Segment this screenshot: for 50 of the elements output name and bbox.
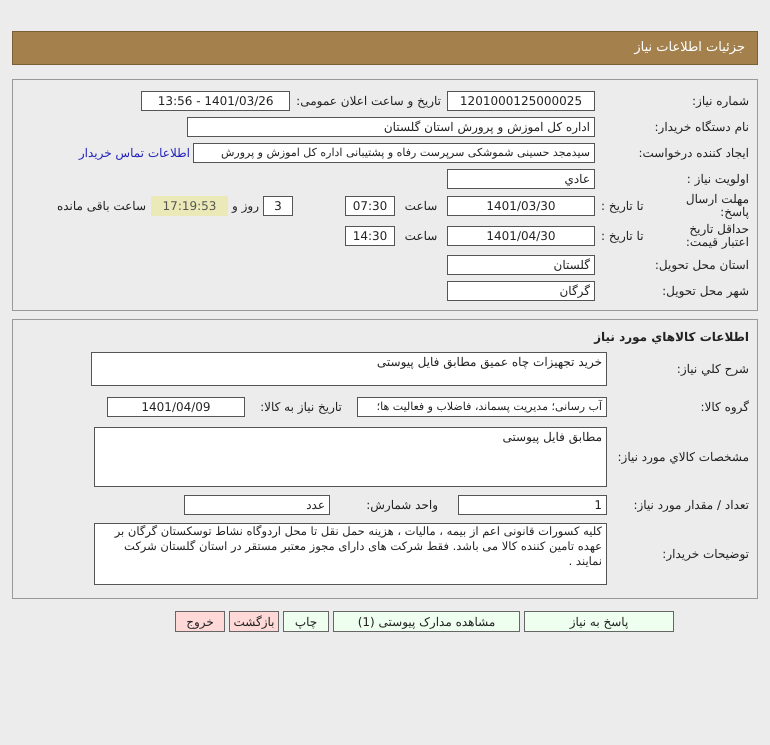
field-label: استان محل تحویل: <box>654 257 750 274</box>
field-label: تاریخ و ساعت اعلان عمومی: <box>295 93 442 110</box>
text-field[interactable]: 1401/03/26 - 13:56 <box>141 91 290 111</box>
text-field[interactable]: آب رسانی؛ مدیریت پسماند، فاضلاب و فعالیت ها؛ <box>357 397 607 417</box>
text-field[interactable]: 1401/04/30 <box>447 226 595 246</box>
text-field[interactable]: مطابق فایل پیوستی <box>94 427 607 487</box>
text-field[interactable]: 3 <box>263 196 293 216</box>
field-label: واحد شمارش: <box>365 497 439 514</box>
field-label: شهر محل تحویل: <box>661 283 750 300</box>
field-label: شرح کلي نياز: <box>676 361 750 378</box>
text-field[interactable]: گرگان <box>447 281 595 301</box>
text-area[interactable]: کلیه کسورات قانونی اعم از بیمه ، مالیات ، هزینه حمل نقل تا محل اردوگاه نشاط توسکستان گرگان بر عهده تامین کننده کالا می باشد. فقط شرکت های دارای مجوز معتبر مستقر در استان گلستان شرکت نمایند . <box>94 523 607 585</box>
field-label: تعداد / مقدار مورد نیاز: <box>632 497 750 514</box>
text-field[interactable]: 1 <box>458 495 607 515</box>
field-label: ایجاد کننده درخواست: <box>637 145 750 162</box>
text-field[interactable]: 1401/03/30 <box>447 196 595 216</box>
text-field[interactable]: 1201000125000025 <box>447 91 595 111</box>
text-field[interactable]: سیدمجد حسینی شموشکی سرپرست رفاه و پشتیبانی اداره کل اموزش و پرورش <box>193 143 595 163</box>
field-label: حداقل تاریخ اعتبار قیمت: <box>684 223 749 249</box>
field-label: روز و <box>230 198 260 215</box>
text-field[interactable]: خرید تجهیزات چاه عمیق مطابق فایل پیوستی <box>91 352 607 386</box>
action-button[interactable]: پاسخ به نیاز <box>524 611 674 632</box>
field-label: تا تاریخ : <box>600 228 644 245</box>
text-field[interactable]: اداره کل اموزش و پرورش استان گلستان <box>187 117 595 137</box>
field-label: توضیحات خریدار: <box>661 546 750 563</box>
text-field[interactable]: عدد <box>184 495 330 515</box>
field-label: مهلت ارسال پاسخ: <box>684 193 749 219</box>
page-title: جزئیات اطلاعات نیاز <box>634 39 745 58</box>
field-label: مشخصات کالاي مورد نياز: <box>616 449 750 466</box>
text-field[interactable]: گلستان <box>447 255 595 275</box>
text-field[interactable]: 1401/04/09 <box>107 397 245 417</box>
countdown-timer: 17:19:53 <box>151 196 228 216</box>
action-button[interactable]: بازگشت <box>229 611 279 632</box>
field-label: گروه کالا: <box>700 399 750 416</box>
field-label: ساعت <box>404 228 438 245</box>
action-button[interactable]: مشاهده مدارک پیوستی (1) <box>333 611 520 632</box>
buyer-contact-link[interactable]: اطلاعات تماس خریدار <box>78 144 193 162</box>
field-label: شماره نیاز: <box>691 93 750 110</box>
text-field[interactable]: 07:30 <box>345 196 395 216</box>
field-label: تاریخ نیاز به کالا: <box>259 399 343 416</box>
field-label: ساعت باقی مانده <box>56 198 147 215</box>
action-button[interactable]: چاپ <box>283 611 329 632</box>
text-field[interactable]: 14:30 <box>345 226 395 246</box>
field-label: ساعت <box>404 198 438 215</box>
text-field[interactable]: عادي <box>447 169 595 189</box>
section-title: اطلاعات کالاهاي مورد نياز <box>592 329 750 346</box>
field-label: اولویت نیاز : <box>686 171 750 188</box>
field-label: تا تاریخ : <box>600 198 644 215</box>
action-button[interactable]: خروج <box>175 611 225 632</box>
field-label: نام دستگاه خریدار: <box>654 119 750 136</box>
